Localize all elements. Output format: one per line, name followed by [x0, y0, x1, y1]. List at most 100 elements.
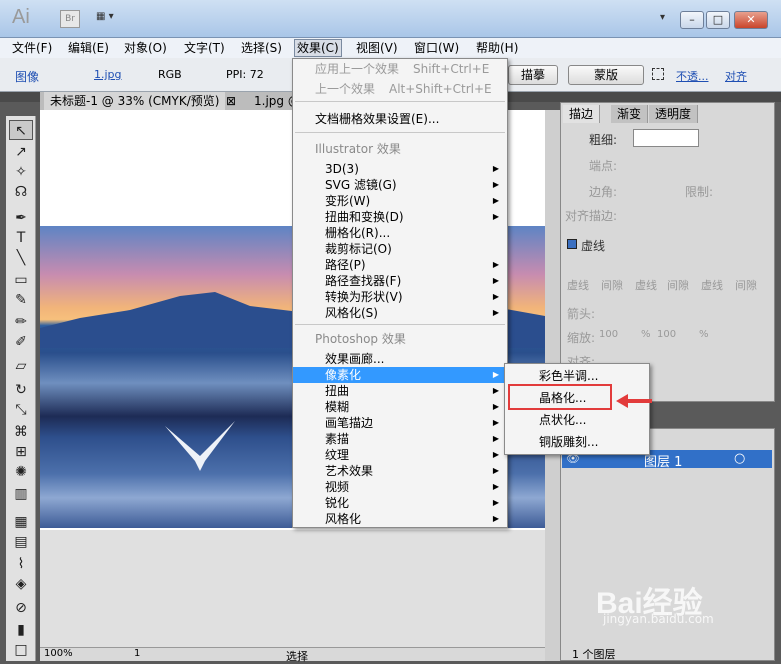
menu-help[interactable]: 帮助(H): [474, 38, 520, 58]
menu-item-rasterize[interactable]: 栅格化(R)...: [293, 225, 507, 241]
brush-tool-icon[interactable]: ✎: [9, 290, 33, 310]
item-convert-label: 转换为形状(V): [325, 290, 403, 304]
menu-file[interactable]: 文件(F): [10, 38, 54, 58]
selection-tool-icon[interactable]: ↖: [9, 120, 33, 140]
menu-item-pixelate[interactable]: 像素化 ▶: [293, 367, 507, 383]
stroke-panel: 描边 渐变 透明度 粗细: 端点: 边角: 限制: 对齐描边: 虚线 虚线 间隙…: [560, 102, 775, 402]
submenu-arrow-icon: ▶: [492, 164, 499, 173]
menu-item-distort[interactable]: 扭曲 ▶: [293, 383, 507, 399]
arrange-documents-button[interactable]: ▦ ▾: [96, 11, 126, 27]
rectangle-tool-icon[interactable]: ▭: [9, 270, 33, 290]
menu-type[interactable]: 文字(T): [182, 38, 227, 58]
menu-item-brush-strokes[interactable]: 画笔描边 ▶: [293, 415, 507, 431]
rotate-tool-icon[interactable]: ↻: [9, 380, 33, 400]
menu-item-artistic[interactable]: 艺术效果 ▶: [293, 463, 507, 479]
scale-value-1[interactable]: 100: [599, 329, 618, 340]
pen-tool-icon[interactable]: ✒: [9, 208, 33, 228]
artboard-tool-icon[interactable]: □: [9, 640, 33, 660]
warp-tool-icon[interactable]: ⌘: [9, 422, 33, 442]
menu-select[interactable]: 选择(S): [239, 38, 284, 58]
menu-item-mezzotint[interactable]: 铜版雕刻...: [505, 432, 649, 452]
menu-item-3d[interactable]: 3D(3) ▶: [293, 161, 507, 177]
lasso-tool-icon[interactable]: ☊: [9, 182, 33, 202]
status-mode: 选择: [286, 650, 308, 663]
image-label: 图像: [15, 70, 40, 84]
dashed-checkbox[interactable]: [567, 239, 577, 249]
menu-item-color-halftone[interactable]: 彩色半调...: [505, 366, 649, 386]
menu-item-path[interactable]: 路径(P) ▶: [293, 257, 507, 273]
slice-tool-icon[interactable]: ⊘: [9, 598, 33, 618]
menu-item-stylize-ps[interactable]: 风格化 ▶: [293, 511, 507, 527]
pencil-tool-icon[interactable]: ✏: [9, 312, 33, 332]
menu-effect[interactable]: 效果(C): [294, 39, 342, 57]
dash-label-2: 虚线: [635, 279, 657, 292]
app-logo: Ai: [12, 6, 30, 28]
menu-view[interactable]: 视图(V): [354, 38, 400, 58]
menu-item-video[interactable]: 视频 ▶: [293, 479, 507, 495]
zoom-field[interactable]: 100%: [44, 648, 73, 659]
magic-wand-tool-icon[interactable]: ✧: [9, 162, 33, 182]
column-graph-icon[interactable]: ▮: [9, 620, 33, 640]
menu-item-svg-filters[interactable]: SVG 滤镜(G) ▶: [293, 177, 507, 193]
mask-button[interactable]: 蒙版: [568, 65, 644, 85]
blob-brush-tool-icon[interactable]: ✐: [9, 332, 33, 352]
opacity-link[interactable]: 不透...: [676, 68, 709, 84]
item-video-label: 视频: [325, 480, 350, 494]
eyedropper-tool-icon[interactable]: ⌇: [9, 554, 33, 574]
align-link[interactable]: 对齐: [725, 68, 747, 84]
weight-dropdown[interactable]: [633, 129, 699, 147]
graph-tool-icon[interactable]: ▥: [9, 484, 33, 504]
menu-item-effect-gallery[interactable]: 效果画廊...: [293, 351, 507, 367]
menu-item-last-effect[interactable]: 上一个效果 Alt+Shift+Ctrl+E: [293, 81, 507, 97]
close-button[interactable]: ✕: [734, 11, 768, 29]
menu-item-sharpen[interactable]: 锐化 ▶: [293, 495, 507, 511]
minimize-button[interactable]: –: [680, 11, 704, 29]
type-tool-icon[interactable]: T: [9, 228, 33, 248]
menu-item-blur[interactable]: 模糊 ▶: [293, 399, 507, 415]
menu-edit[interactable]: 编辑(E): [66, 38, 111, 58]
menu-item-apply-last[interactable]: 应用上一个效果 Shift+Ctrl+E: [293, 61, 507, 77]
eraser-tool-icon[interactable]: ▱: [9, 356, 33, 376]
menu-window[interactable]: 窗口(W): [412, 38, 461, 58]
menu-item-convert-shape[interactable]: 转换为形状(V) ▶: [293, 289, 507, 305]
menu-object[interactable]: 对象(O): [122, 38, 169, 58]
menu-item-texture[interactable]: 纹理 ▶: [293, 447, 507, 463]
illustrator-effects-header: Illustrator 效果: [315, 142, 401, 156]
mesh-tool-icon[interactable]: ▦: [9, 512, 33, 532]
tab-untitled[interactable]: 未标题-1 @ 33% (CMYK/预览): [44, 92, 226, 110]
menu-item-distort-transform[interactable]: 扭曲和变换(D) ▶: [293, 209, 507, 225]
submenu-arrow-icon: ▶: [492, 370, 499, 379]
gradient-tool-icon[interactable]: ▤: [9, 532, 33, 552]
menu-item-pointillize[interactable]: 点状化...: [505, 410, 649, 430]
file-link[interactable]: 1.jpg: [94, 68, 122, 81]
scale-value-2[interactable]: 100: [657, 329, 676, 340]
symbol-sprayer-tool-icon[interactable]: ✺: [9, 462, 33, 482]
tab-stroke[interactable]: 描边: [563, 105, 601, 123]
direct-select-tool-icon[interactable]: ↗: [9, 142, 33, 162]
menu-item-crop-marks[interactable]: 裁剪标记(O): [293, 241, 507, 257]
menu-item-raster-settings[interactable]: 文档栅格效果设置(E)...: [293, 111, 507, 127]
page-field[interactable]: 1: [134, 648, 140, 659]
workspace-chevron-icon[interactable]: ▾: [660, 12, 665, 23]
free-transform-tool-icon[interactable]: ⊞: [9, 442, 33, 462]
annotation-arrow-icon: [616, 394, 652, 408]
blend-tool-icon[interactable]: ◈: [9, 574, 33, 594]
gap-label-1: 间隙: [601, 279, 623, 292]
line-tool-icon[interactable]: ╲: [9, 248, 33, 268]
tab-transparency[interactable]: 透明度: [649, 105, 699, 123]
percent-label-2: %: [699, 329, 709, 340]
tab-close-icon[interactable]: ⊠: [226, 94, 236, 108]
item-warp-label: 变形(W): [325, 194, 371, 208]
menu-item-warp[interactable]: 变形(W) ▶: [293, 193, 507, 209]
maximize-button[interactable]: □: [706, 11, 730, 29]
menu-item-pathfinder[interactable]: 路径查找器(F) ▶: [293, 273, 507, 289]
crop-icon[interactable]: [652, 68, 664, 80]
menu-item-stylize-ai[interactable]: 风格化(S) ▶: [293, 305, 507, 321]
item-stylize-ai-label: 风格化(S): [325, 306, 378, 320]
scale-tool-icon[interactable]: ⤡: [9, 400, 33, 420]
live-trace-button[interactable]: 描摹: [508, 65, 558, 85]
bridge-button[interactable]: Br: [60, 10, 80, 28]
menu-item-sketch[interactable]: 素描 ▶: [293, 431, 507, 447]
tab-gradient[interactable]: 渐变: [611, 105, 649, 123]
target-icon[interactable]: ○: [734, 451, 745, 466]
